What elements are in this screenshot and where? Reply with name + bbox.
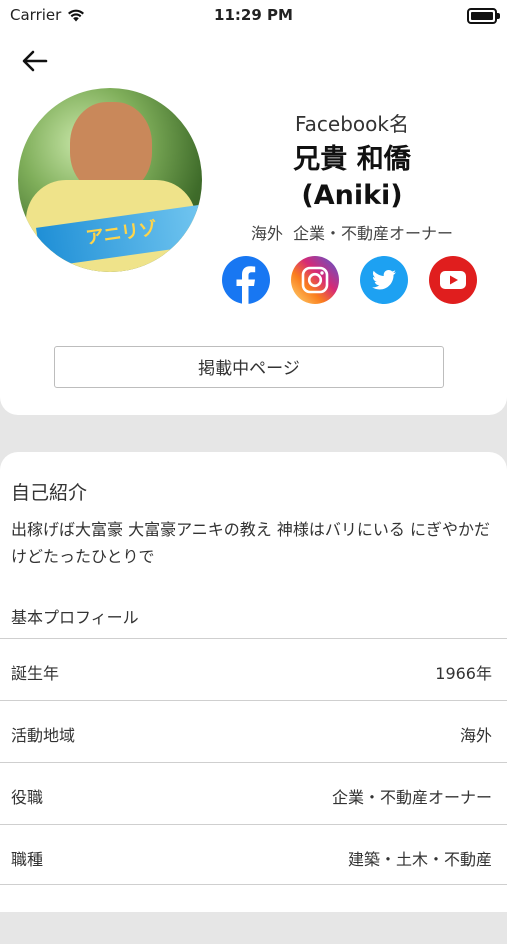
status-time: 11:29 PM bbox=[214, 6, 293, 24]
region-text: 海外 bbox=[250, 224, 283, 243]
row-value: 1966年 bbox=[435, 664, 492, 683]
intro-title: 自己紹介 bbox=[11, 482, 88, 504]
row-label: 職種 bbox=[11, 850, 44, 869]
display-name-line1: 兄貴 和僑 bbox=[293, 144, 411, 175]
facebook-icon bbox=[222, 256, 270, 304]
profile-detail-card: 自己紹介 出稼げば大富豪 大富豪アニキの教え 神様はバリにいる にぎやかだけどた… bbox=[0, 452, 507, 912]
row-label: 誕生年 bbox=[11, 664, 60, 683]
profile-row-occupation: 職種 建築・土木・不動産 bbox=[0, 824, 507, 884]
twitter-icon bbox=[360, 256, 408, 304]
status-bar: Carrier 11:29 PM bbox=[0, 0, 507, 30]
facebook-link[interactable] bbox=[222, 256, 270, 304]
listing-page-button[interactable]: 掲載中ページ bbox=[54, 346, 444, 388]
profile-row-region: 活動地域 海外 bbox=[0, 700, 507, 760]
profile-row-position: 役職 企業・不動産オーナー bbox=[0, 762, 507, 822]
instagram-link[interactable] bbox=[291, 256, 339, 304]
display-name-line2: (Aniki) bbox=[301, 180, 403, 211]
display-name: 兄貴 和僑 (Aniki) bbox=[232, 142, 472, 214]
row-value: 海外 bbox=[459, 726, 492, 745]
role-text: 企業・不動産オーナー bbox=[293, 224, 454, 243]
battery-icon bbox=[467, 8, 500, 24]
profile-list-end-divider bbox=[0, 884, 507, 944]
profile-row-birth-year: 誕生年 1966年 bbox=[0, 638, 507, 698]
twitter-link[interactable] bbox=[360, 256, 408, 304]
profile-meta: 海外 企業・不動産オーナー bbox=[232, 220, 472, 244]
youtube-icon bbox=[429, 256, 477, 304]
instagram-icon bbox=[291, 256, 339, 304]
profile-header-card: アニリゾ Facebook名 兄貴 和僑 (Aniki) 海外 企業・不動産オーナ… bbox=[0, 30, 507, 415]
row-value: 企業・不動産オーナー bbox=[331, 788, 492, 807]
row-value: 建築・土木・不動産 bbox=[347, 850, 492, 869]
arrow-left-icon bbox=[22, 50, 48, 72]
back-button[interactable] bbox=[18, 44, 52, 78]
youtube-link[interactable] bbox=[429, 256, 477, 304]
row-label: 役職 bbox=[11, 788, 44, 807]
facebook-name-label: Facebook名 bbox=[295, 112, 409, 136]
row-label: 活動地域 bbox=[11, 726, 76, 745]
avatar: アニリゾ bbox=[18, 88, 202, 272]
basic-profile-heading: 基本プロフィール bbox=[11, 608, 139, 627]
intro-body: 出稼げば大富豪 大富豪アニキの教え 神様はバリにいる にぎやかだけどたったひとり… bbox=[11, 520, 490, 566]
